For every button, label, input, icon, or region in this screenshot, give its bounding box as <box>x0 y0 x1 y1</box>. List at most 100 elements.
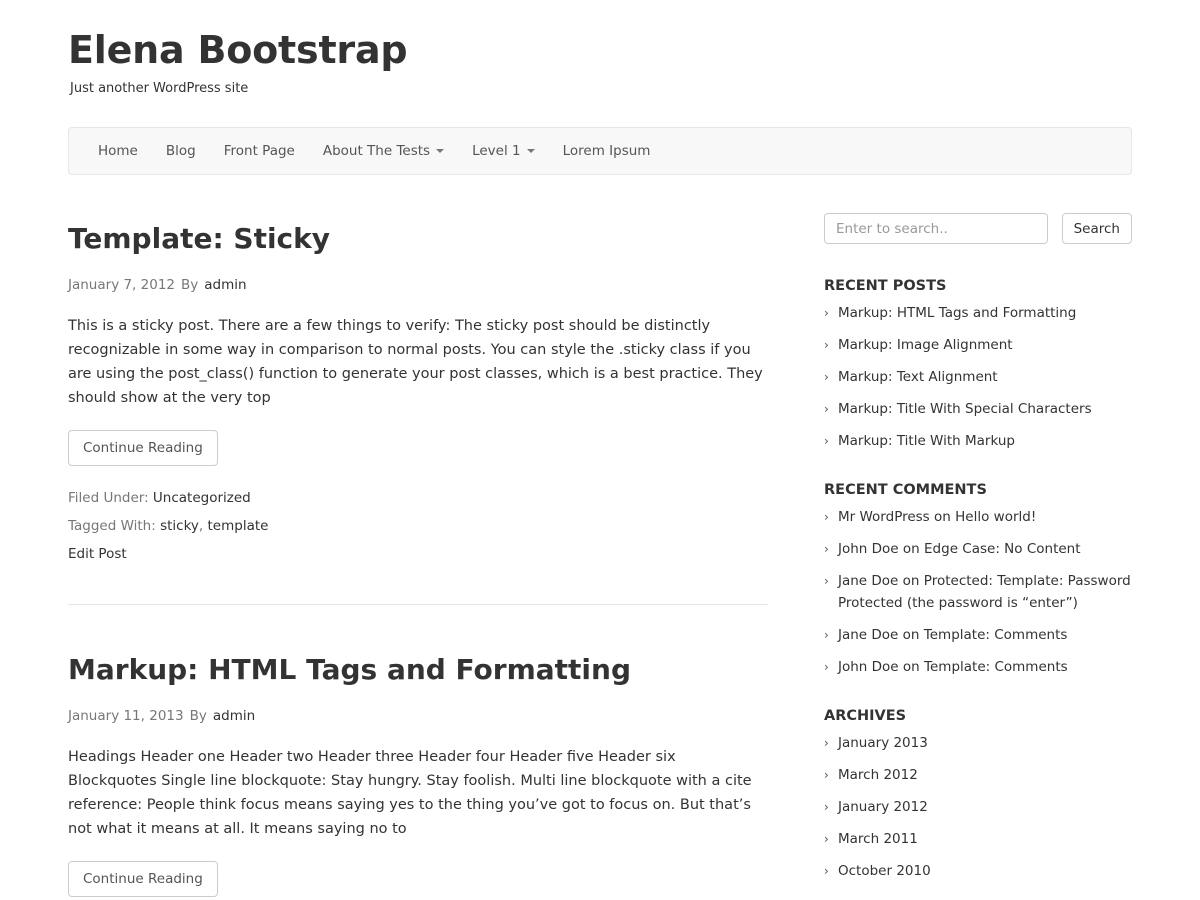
search-button[interactable]: Search <box>1061 213 1132 244</box>
list-item[interactable]: › Markup: Text Alignment <box>824 366 1132 388</box>
nav-item-about-the-tests[interactable]: About The Tests <box>309 128 458 174</box>
continue-reading-button[interactable]: Continue Reading <box>68 861 218 897</box>
post-by-label: By <box>181 277 199 293</box>
main-navbar: Home Blog Front Page About The Tests Lev… <box>68 127 1132 175</box>
post-title[interactable]: Template: Sticky <box>68 220 768 258</box>
site-title[interactable]: Elena Bootstrap <box>68 27 408 73</box>
list-item: › Jane Doe on Template: Comments <box>824 624 1132 646</box>
comment-on-label: on <box>902 573 920 589</box>
tag-link[interactable]: sticky <box>160 518 199 534</box>
archive-link[interactable]: January 2013 <box>838 735 928 751</box>
widget-title: RECENT COMMENTS <box>824 482 987 498</box>
list-item[interactable]: › October 2010 <box>824 860 1132 882</box>
recent-post-link[interactable]: Markup: HTML Tags and Formatting <box>838 305 1076 321</box>
chevron-right-icon: › <box>824 510 829 524</box>
chevron-right-icon: › <box>824 832 829 846</box>
post-list: Template: Sticky January 7, 2012 By admin … <box>68 220 768 897</box>
nav-label: Lorem Ipsum <box>562 143 651 159</box>
chevron-right-icon: › <box>824 768 829 782</box>
list-item: › John Doe on Edge Case: No Content <box>824 538 1132 560</box>
archive-link[interactable]: January 2012 <box>838 799 928 815</box>
post-categories: Filed Under: Uncategorized <box>68 484 768 512</box>
list-item: › Mr WordPress on Hello world! <box>824 506 1132 528</box>
chevron-right-icon: › <box>824 628 829 642</box>
archive-link[interactable]: March 2011 <box>838 831 918 847</box>
archive-link[interactable]: October 2010 <box>838 863 931 879</box>
tag-link[interactable]: template <box>208 518 269 534</box>
comment-post-link[interactable]: Template: Comments <box>924 627 1068 643</box>
chevron-right-icon: › <box>824 864 829 878</box>
comment-on-label: on <box>902 659 920 675</box>
list-item[interactable]: › January 2013 <box>824 732 1132 754</box>
comment-on-label: on <box>934 509 951 525</box>
category-link[interactable]: Uncategorized <box>153 490 251 506</box>
caret-down-icon <box>436 149 445 153</box>
nav-item-front-page[interactable]: Front Page <box>210 128 309 174</box>
archives-widget: ARCHIVES › January 2013 › March 2012 › Janu… <box>824 706 1132 882</box>
site-description: Just another WordPress site <box>70 81 249 96</box>
continue-reading-button[interactable]: Continue Reading <box>68 430 218 466</box>
post: Markup: HTML Tags and Formatting January… <box>68 651 768 897</box>
post-by-label: By <box>189 708 207 724</box>
recent-post-link[interactable]: Markup: Title With Special Characters <box>838 401 1092 417</box>
comment-author[interactable]: Jane Doe <box>838 573 898 589</box>
nav-item-home[interactable]: Home <box>84 128 152 174</box>
post-meta: January 7, 2012 By admin <box>68 276 768 294</box>
list-item[interactable]: › Markup: Title With Markup <box>824 430 1132 452</box>
list-item[interactable]: › Markup: Title With Special Characters <box>824 398 1132 420</box>
recent-post-link[interactable]: Markup: Text Alignment <box>838 369 998 385</box>
recent-post-link[interactable]: Markup: Image Alignment <box>838 337 1013 353</box>
recent-post-link[interactable]: Markup: Title With Markup <box>838 433 1015 449</box>
comment-author[interactable]: Mr WordPress <box>838 509 930 525</box>
post-date[interactable]: January 11, 2013 <box>68 708 184 724</box>
comment-post-link[interactable]: Edge Case: No Content <box>924 541 1080 557</box>
comment-author[interactable]: John Doe <box>838 541 899 557</box>
post-author[interactable]: admin <box>204 277 246 293</box>
comment-on-label: on <box>902 627 920 643</box>
comment-post-link[interactable]: Template: Comments <box>924 659 1068 675</box>
comment-author[interactable]: Jane Doe <box>838 627 898 643</box>
list-item: › Jane Doe on Protected: Template: Passwo… <box>824 570 1132 614</box>
list-item[interactable]: › March 2011 <box>824 828 1132 850</box>
nav-item-blog[interactable]: Blog <box>152 128 210 174</box>
chevron-right-icon: › <box>824 402 829 416</box>
widget-title: RECENT POSTS <box>824 278 947 294</box>
nav-item-level-1[interactable]: Level 1 <box>458 128 549 174</box>
chevron-right-icon: › <box>824 736 829 750</box>
comment-on-label: on <box>902 541 920 557</box>
search-input[interactable] <box>824 213 1048 244</box>
comment-post-link[interactable]: Hello world! <box>955 509 1036 525</box>
post-date[interactable]: January 7, 2012 <box>68 277 175 293</box>
list-item: › John Doe on Template: Comments <box>824 656 1132 678</box>
comment-author[interactable]: John Doe <box>838 659 899 675</box>
chevron-right-icon: › <box>824 574 829 588</box>
list-item[interactable]: › March 2012 <box>824 764 1132 786</box>
post-footer: Filed Under: Uncategorized Tagged With: … <box>68 484 768 568</box>
nav-label: Home <box>98 143 138 159</box>
nav-label: About The Tests <box>322 143 431 159</box>
post-title[interactable]: Markup: HTML Tags and Formatting <box>68 651 768 689</box>
list-item[interactable]: › Markup: HTML Tags and Formatting <box>824 302 1132 324</box>
post-author[interactable]: admin <box>213 708 255 724</box>
search-form: Search <box>824 213 1132 244</box>
post-meta: January 11, 2013 By admin <box>68 707 768 725</box>
recent-comments-widget: RECENT COMMENTS › Mr WordPress on Hello w… <box>824 480 1132 678</box>
nav-label: Blog <box>165 143 196 159</box>
list-item[interactable]: › January 2012 <box>824 796 1132 818</box>
filed-under-label: Filed Under: <box>68 490 149 506</box>
archive-link[interactable]: March 2012 <box>838 767 918 783</box>
tag-separator: , <box>198 518 204 534</box>
chevron-right-icon: › <box>824 542 829 556</box>
tagged-with-label: Tagged With: <box>68 518 156 534</box>
list-item[interactable]: › Markup: Image Alignment <box>824 334 1132 356</box>
sidebar: Search RECENT POSTS › Markup: HTML Tags a… <box>824 213 1132 892</box>
post-excerpt: This is a sticky post. There are a few t… <box>68 318 763 406</box>
widget-title: ARCHIVES <box>824 708 907 724</box>
nav-item-lorem-ipsum[interactable]: Lorem Ipsum <box>549 128 665 174</box>
chevron-right-icon: › <box>824 338 829 352</box>
post-divider <box>68 604 768 605</box>
post: Template: Sticky January 7, 2012 By admin … <box>68 220 768 568</box>
nav-label: Level 1 <box>472 143 521 159</box>
edit-post-link[interactable]: Edit Post <box>68 540 768 568</box>
chevron-right-icon: › <box>824 800 829 814</box>
